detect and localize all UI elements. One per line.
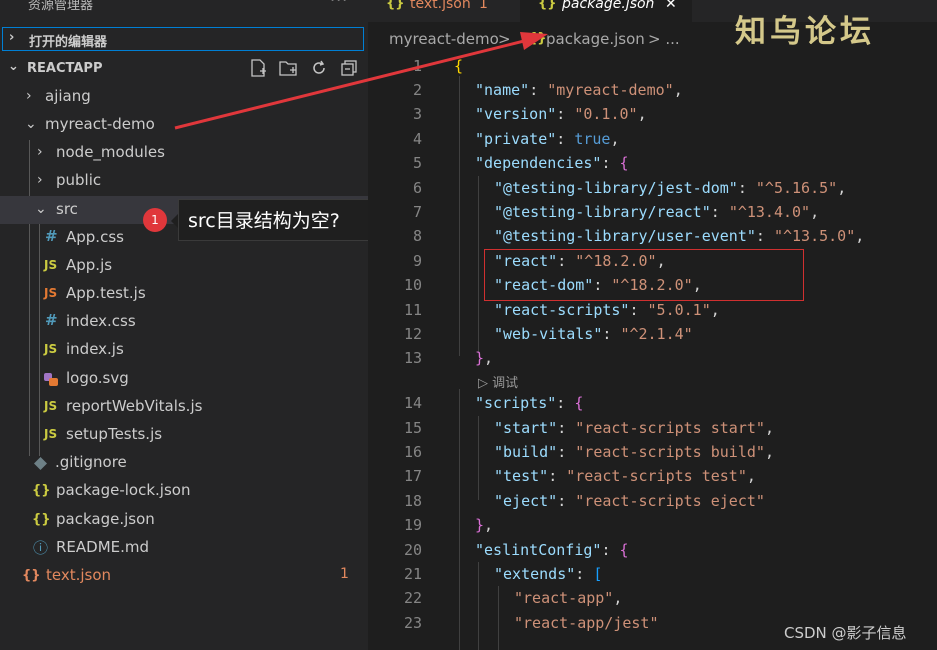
annotation-arrow	[174, 32, 548, 130]
